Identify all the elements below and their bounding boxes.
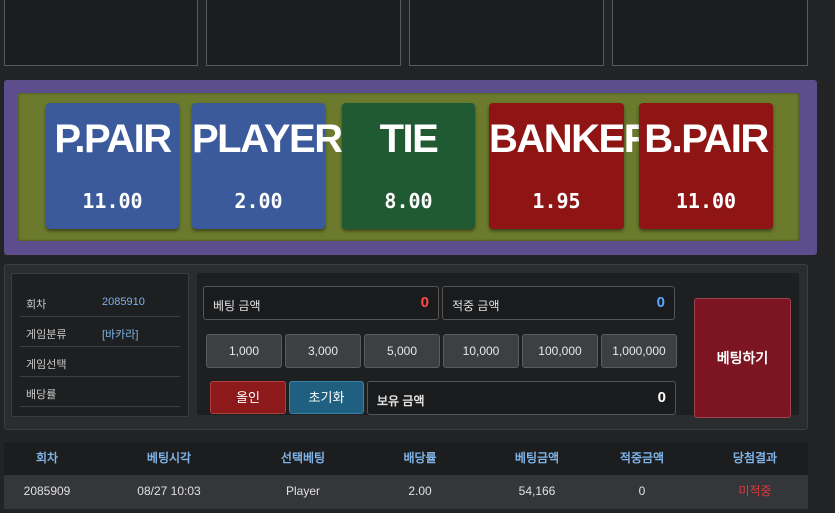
- header-round: 회차: [35, 451, 59, 465]
- balance-field: 보유 금액 0: [367, 381, 676, 415]
- bet-card-tie[interactable]: TIE 8.00: [342, 103, 475, 229]
- bet-name: B.PAIR: [644, 117, 769, 161]
- header-result: 당첨결과: [732, 451, 778, 465]
- balance-value: 0: [657, 389, 666, 406]
- top-slot-1: [4, 0, 198, 66]
- cell-bet-time: 08/27 10:03: [137, 484, 201, 498]
- bet-form: 베팅 금액 0 적중 금액 0 1,000 3,000 5,000 10,000…: [197, 273, 799, 418]
- cell-round: 2085909: [23, 484, 71, 498]
- bet-amount-value: 0: [420, 294, 429, 311]
- info-row-round: 회차 2085910: [20, 288, 180, 317]
- bet-card-banker-pair[interactable]: B.PAIR 11.00: [639, 103, 773, 229]
- cell-win-amount: 0: [638, 484, 646, 498]
- bet-odds: 2.00: [234, 189, 283, 213]
- bet-card-player-pair[interactable]: P.PAIR 11.00: [46, 103, 179, 229]
- top-slot-3: [409, 0, 604, 66]
- balance-label: 보유 금액: [377, 394, 425, 408]
- selection-label: 게임선택: [26, 359, 67, 371]
- bet-name: P.PAIR: [54, 117, 172, 161]
- table-row[interactable]: 2085909 08/27 10:03 Player 2.00 54,166 0…: [4, 475, 808, 509]
- chip-5000-button[interactable]: 5,000: [364, 334, 440, 368]
- top-slot-2: [206, 0, 401, 66]
- place-bet-button[interactable]: 베팅하기: [694, 298, 791, 418]
- bet-history-table: 회차 베팅시각 선택베팅 배당률 베팅금액 적중금액 당첨결과 2085909 …: [4, 442, 808, 509]
- header-selection: 선택베팅: [280, 451, 326, 465]
- header-bet-amount: 베팅금액: [514, 451, 560, 465]
- bet-board: P.PAIR 11.00 PLAYER 2.00 TIE 8.00 BANKER…: [4, 80, 817, 255]
- chip-1000-button[interactable]: 1,000: [206, 334, 282, 368]
- game-info: 회차 2085910 게임분류 [바카라] 게임선택 배당률: [11, 273, 189, 417]
- chip-3000-button[interactable]: 3,000: [285, 334, 361, 368]
- bet-panel: 회차 2085910 게임분류 [바카라] 게임선택 배당률 베팅 금액 0 적…: [4, 264, 808, 430]
- bet-amount-field[interactable]: 베팅 금액 0: [203, 286, 439, 320]
- bet-odds: 11.00: [82, 189, 143, 213]
- bet-name: BANKER: [489, 117, 653, 161]
- chip-1000000-button[interactable]: 1,000,000: [601, 334, 677, 368]
- header-bet-time: 베팅시각: [146, 451, 192, 465]
- bet-name: PLAYER: [192, 117, 343, 161]
- reset-button[interactable]: 초기화: [289, 381, 364, 414]
- header-odds: 배당률: [403, 451, 437, 465]
- win-amount-value: 0: [656, 294, 665, 311]
- bet-card-player[interactable]: PLAYER 2.00: [192, 103, 343, 229]
- info-row-category: 게임분류 [바카라]: [20, 318, 180, 347]
- info-row-selection: 게임선택: [20, 348, 180, 377]
- bet-odds: 8.00: [384, 189, 433, 213]
- top-slot-4: [612, 0, 808, 66]
- table-header: 회차 베팅시각 선택베팅 배당률 베팅금액 적중금액 당첨결과: [4, 442, 808, 475]
- cell-odds: 2.00: [408, 484, 432, 498]
- cell-bet-amount: 54,166: [518, 484, 556, 498]
- bet-card-banker[interactable]: BANKER 1.95: [489, 103, 653, 229]
- bet-board-felt: P.PAIR 11.00 PLAYER 2.00 TIE 8.00 BANKER…: [18, 93, 799, 241]
- chip-100000-button[interactable]: 100,000: [522, 334, 598, 368]
- win-amount-field: 적중 금액 0: [442, 286, 675, 320]
- round-value: 2085910: [102, 296, 145, 308]
- category-label: 게임분류: [26, 329, 67, 341]
- cell-selection: Player: [285, 484, 320, 498]
- all-in-button[interactable]: 올인: [210, 381, 286, 414]
- header-win-amount: 적중금액: [619, 451, 665, 465]
- odds-label: 배당률: [26, 389, 57, 401]
- bet-name: TIE: [379, 117, 439, 161]
- bet-odds: 1.95: [532, 189, 581, 213]
- chip-10000-button[interactable]: 10,000: [443, 334, 519, 368]
- cell-result: 미적중: [738, 484, 772, 498]
- bet-odds: 11.00: [675, 189, 737, 213]
- win-amount-label: 적중 금액: [452, 299, 500, 313]
- bet-amount-label: 베팅 금액: [213, 299, 261, 313]
- round-label: 회차: [26, 299, 47, 311]
- category-value: [바카라]: [102, 329, 139, 341]
- info-row-odds: 배당률: [20, 378, 180, 407]
